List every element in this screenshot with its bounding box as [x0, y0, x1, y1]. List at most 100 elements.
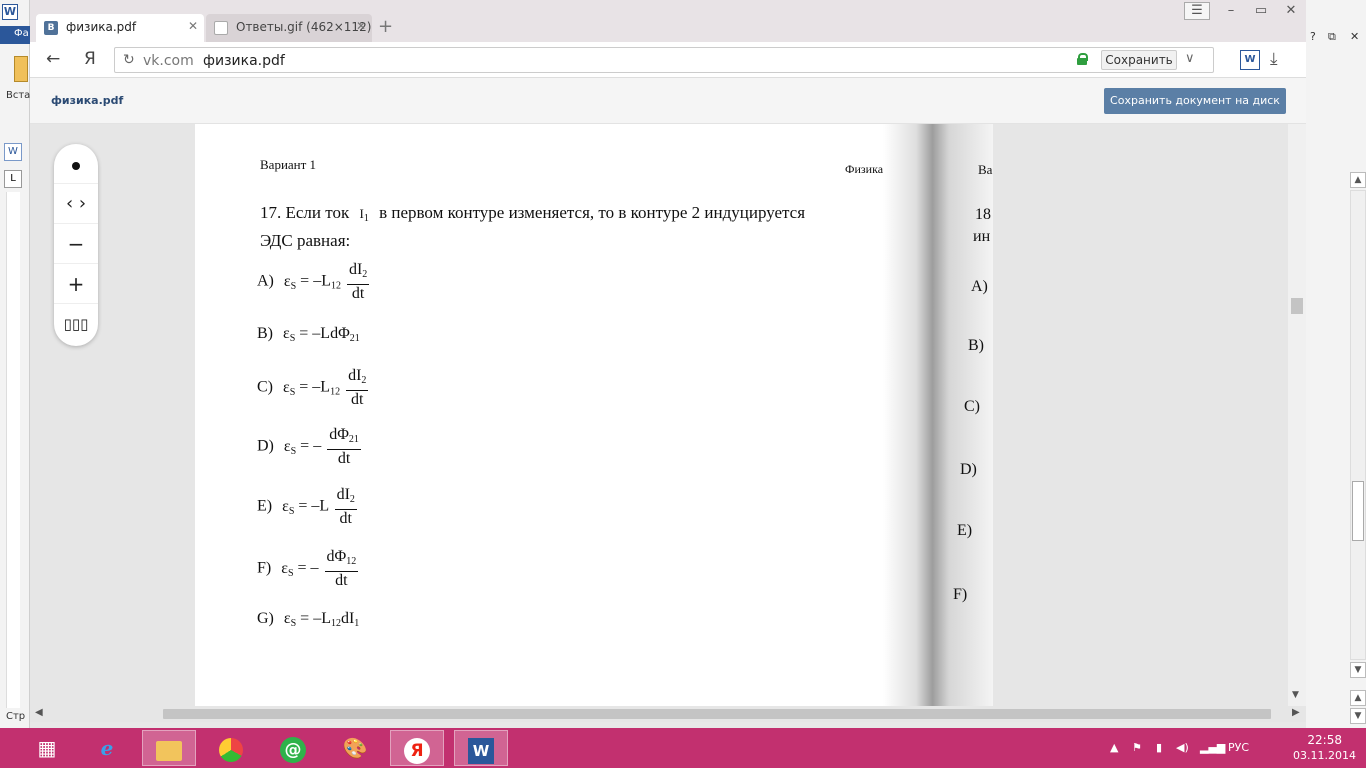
scroll-down-icon[interactable]: ▼: [1350, 662, 1366, 678]
page-up-icon[interactable]: ▲: [1350, 690, 1366, 706]
paste-label: Вста: [6, 90, 31, 101]
viewer-vertical-scrollbar[interactable]: ▼: [1288, 124, 1306, 706]
address-bar[interactable]: ↻ vk.com физика.pdf Сохранить ∨: [114, 47, 1214, 73]
next-page-option-e: E): [957, 522, 973, 539]
close-window-icon[interactable]: ✕: [1276, 0, 1306, 22]
chevron-down-icon[interactable]: ∨: [1185, 51, 1195, 66]
subject-heading: Физика: [845, 162, 884, 176]
word-window-left-edge: W Фа Вста W L Стр: [0, 0, 30, 728]
next-page-option-b: B): [968, 337, 984, 354]
option-d: D) εS = – dΦ21 dt: [257, 426, 361, 467]
next-page-option-d: D): [960, 461, 977, 478]
next-page-option-a: A): [971, 278, 988, 295]
word-icon: W: [2, 4, 18, 20]
back-arrow-icon[interactable]: ←: [46, 49, 60, 69]
tab-close-icon[interactable]: ✕: [356, 19, 366, 33]
question-prefix: 17. Если ток: [260, 203, 350, 222]
word-file-tab[interactable]: Фа: [0, 26, 30, 44]
zoom-in-icon[interactable]: +: [54, 264, 98, 304]
yandex-browser-icon[interactable]: Я: [390, 730, 444, 766]
save-to-disk-button[interactable]: Сохранить документ на диск: [1104, 88, 1286, 114]
next-page-option-f: F): [953, 586, 968, 603]
word-scroll-thumb[interactable]: [1352, 481, 1364, 541]
zoom-out-icon[interactable]: −: [54, 224, 98, 264]
help-icon[interactable]: ?: [1310, 30, 1316, 43]
clock-date[interactable]: 03.11.2014: [1293, 749, 1356, 762]
new-tab-button[interactable]: +: [378, 16, 393, 37]
browser-toolbar: ← Я ↻ vk.com физика.pdf Сохранить ∨ W ⤓: [30, 42, 1306, 78]
yandex-home-button[interactable]: Я: [84, 49, 96, 69]
next-page-question-line2: ин: [973, 228, 991, 245]
battery-icon[interactable]: ▮: [1156, 741, 1162, 754]
tab-strip: В физика.pdf ✕ Ответы.gif (462×112) ✕ + …: [30, 0, 1306, 42]
page-down-icon[interactable]: ▼: [1350, 708, 1366, 724]
taskbar: ▦ e @ 🎨 Я W ▲ ⚑ ▮ ◀) ▂▄▆ РУС 22:58 03.11…: [0, 728, 1366, 768]
zoom-panel: ‹ › − + ▯▯▯: [54, 144, 98, 346]
close-icon[interactable]: ✕: [1350, 30, 1359, 43]
reload-icon[interactable]: ↻: [123, 52, 135, 68]
language-indicator[interactable]: РУС: [1228, 741, 1249, 754]
paste-icon[interactable]: [14, 56, 28, 82]
document-icon: [214, 21, 228, 35]
vk-icon: В: [44, 21, 58, 35]
chrome-icon[interactable]: [204, 730, 258, 766]
clock-time[interactable]: 22:58: [1307, 733, 1342, 747]
prev-next-page-icon[interactable]: ‹ ›: [54, 184, 98, 224]
browser-menu-icon[interactable]: ☰: [1184, 2, 1210, 20]
window-controls: ☰ – ▭ ✕: [1184, 0, 1306, 24]
word-vertical-scrollbar[interactable]: [1350, 190, 1366, 660]
vertical-ruler: [6, 192, 20, 708]
option-c: C) εS = –L12 dI2 dt: [257, 367, 369, 408]
word-extension-icon[interactable]: W: [1240, 50, 1260, 70]
tab-stop-button[interactable]: L: [4, 170, 22, 188]
browser-window: В физика.pdf ✕ Ответы.gif (462×112) ✕ + …: [30, 0, 1306, 728]
option-a: A) εS = –L12 dI2 dt: [257, 261, 370, 302]
viewer-scroll-thumb[interactable]: [1291, 298, 1303, 314]
lock-icon[interactable]: [1077, 53, 1088, 65]
fit-page-icon[interactable]: ▯▯▯: [54, 304, 98, 344]
tab-label: Ответы.gif (462×112): [236, 20, 372, 34]
flag-icon[interactable]: ⚑: [1132, 741, 1142, 754]
maximize-icon[interactable]: ▭: [1246, 0, 1276, 22]
next-page-option-c: C): [964, 398, 980, 415]
question-suffix: в первом контуре изменяется, то в контур…: [379, 203, 806, 222]
tab-fizika-pdf[interactable]: В физика.pdf ✕: [36, 14, 204, 42]
next-page-question: 18: [975, 206, 991, 223]
horizontal-scroll-thumb[interactable]: [163, 709, 1271, 719]
minimize-icon[interactable]: –: [1216, 0, 1246, 22]
save-page-button[interactable]: Сохранить: [1101, 50, 1177, 70]
word-taskbar-icon[interactable]: W: [454, 730, 508, 766]
word-status-page: Стр: [6, 711, 26, 722]
file-explorer-icon[interactable]: [142, 730, 196, 766]
address-host: vk.com: [143, 53, 194, 69]
paint-icon[interactable]: 🎨: [328, 730, 382, 766]
tray-expand-icon[interactable]: ▲: [1110, 741, 1118, 754]
dot-icon[interactable]: [54, 144, 98, 184]
pdf-page: Вариант 1 Физика 17. Если ток I1 в перво…: [195, 124, 993, 706]
restore-icon[interactable]: ⧉: [1328, 30, 1336, 44]
download-icon[interactable]: ⤓: [1270, 49, 1278, 69]
scroll-right-arrow-icon[interactable]: ▶: [1292, 707, 1300, 718]
option-g: G) εS = –L12dI1: [257, 610, 360, 629]
mail-agent-icon[interactable]: @: [266, 730, 320, 766]
network-icon[interactable]: ▂▄▆: [1200, 741, 1225, 754]
pdf-viewer[interactable]: ‹ › − + ▯▯▯ Вариант 1 Физика 17. Если то…: [30, 124, 1306, 706]
scroll-down-arrow-icon[interactable]: ▼: [1292, 690, 1299, 700]
scroll-left-arrow-icon[interactable]: ◀: [35, 707, 43, 718]
file-title-link[interactable]: физика.pdf: [51, 94, 123, 107]
word-doc-icon[interactable]: W: [4, 143, 22, 161]
volume-icon[interactable]: ◀): [1176, 741, 1189, 754]
start-app-icon[interactable]: ▦: [20, 730, 74, 766]
scroll-up-icon[interactable]: ▲: [1350, 172, 1366, 188]
tab-label: физика.pdf: [66, 20, 137, 34]
tab-close-icon[interactable]: ✕: [188, 19, 198, 33]
vk-doc-header: физика.pdf Сохранить документ на диск: [30, 78, 1306, 124]
variant-heading: Вариант 1: [260, 157, 317, 172]
viewer-horizontal-scrollbar[interactable]: ◀ ▶: [30, 706, 1306, 722]
option-e: E) εS = –L dI2 dt: [257, 486, 357, 527]
option-b: B) εS = –LdΦ21: [257, 325, 360, 344]
word-window-right-edge: ? ⧉ ✕ ▲ ▼ ▲ ▼: [1306, 0, 1366, 728]
internet-explorer-icon[interactable]: e: [80, 730, 134, 766]
tab-otvety-gif[interactable]: Ответы.gif (462×112) ✕: [206, 14, 372, 42]
question-text: 17. Если ток I1 в первом контуре изменяе…: [260, 202, 805, 252]
